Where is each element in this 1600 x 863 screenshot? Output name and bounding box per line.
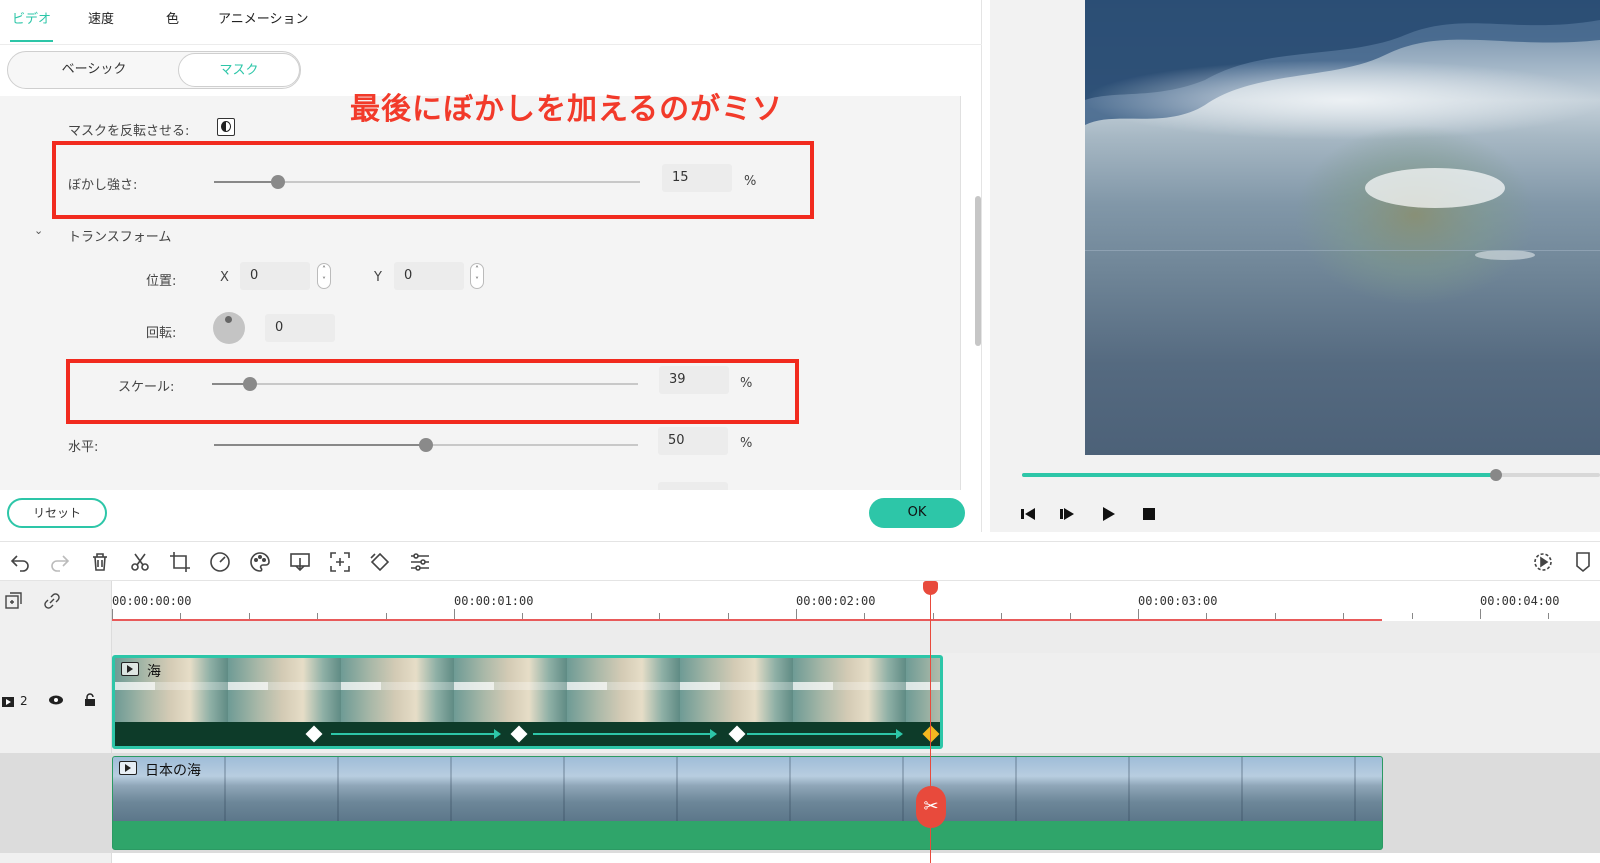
position-label: 位置:	[146, 274, 177, 289]
ok-button[interactable]: OK	[869, 498, 965, 528]
horizontal-unit: %	[740, 436, 753, 451]
horizontal-input[interactable]: 50	[658, 427, 728, 455]
vertical-scrollbar[interactable]	[975, 196, 981, 346]
tab-animation[interactable]: アニメーション	[218, 8, 308, 32]
track-2-number: 2	[20, 694, 28, 708]
transform-section-label: トランスフォーム	[68, 230, 172, 245]
crop-icon[interactable]	[168, 550, 192, 574]
keyframe-arrow	[747, 729, 903, 739]
clip-umi-thumbnails	[115, 658, 940, 722]
next-frame-icon[interactable]	[1057, 504, 1077, 524]
timeline-empty-row	[112, 621, 1600, 653]
playback-progress-knob[interactable]	[1489, 469, 1502, 481]
timecode-2: 00:00:02:00	[796, 594, 876, 608]
rotation-label: 回転:	[146, 326, 177, 341]
position-y-input[interactable]: 0	[394, 262, 464, 290]
clip-nihon-title: 日本の海	[145, 763, 201, 779]
tab-bar: ビデオ 速度 色 アニメーション	[0, 0, 982, 44]
keyframe-arrow	[533, 729, 717, 739]
delete-icon[interactable]	[88, 550, 112, 574]
segment-mask-button[interactable]: マスク	[178, 53, 300, 87]
adjust-sliders-icon[interactable]	[408, 550, 432, 574]
horizontal-slider[interactable]	[214, 438, 638, 452]
timeline-toolbar	[0, 541, 1600, 581]
clip-video-icon	[119, 761, 137, 775]
timeline-ruler[interactable]: 00:00:00:00 00:00:01:00 00:00:02:00 00:0…	[112, 581, 1600, 621]
export-frame-icon[interactable]	[288, 550, 312, 574]
clip-umi[interactable]: 海	[112, 655, 943, 749]
next-row-input-partial	[658, 482, 728, 490]
track-2-eye-icon[interactable]	[48, 693, 64, 710]
add-track-icon[interactable]	[4, 591, 24, 611]
tab-video[interactable]: ビデオ	[9, 8, 54, 42]
position-x-label: X	[220, 270, 229, 285]
playback-progress-fill	[1022, 473, 1496, 477]
speed-icon[interactable]	[208, 550, 232, 574]
timecode-3: 00:00:03:00	[1138, 594, 1218, 608]
invert-mask-toggle[interactable]	[217, 118, 235, 136]
invert-icon	[221, 121, 231, 132]
redo-icon[interactable]	[48, 550, 72, 574]
tab-divider	[0, 44, 982, 45]
zoom-fit-icon[interactable]	[328, 550, 352, 574]
ruler-tick	[1548, 613, 1550, 619]
clip-video-icon	[121, 662, 139, 676]
ruler-tick	[1480, 609, 1481, 619]
horizontal-label: 水平:	[68, 440, 99, 455]
play-icon[interactable]	[1098, 504, 1118, 524]
tab-speed[interactable]: 速度	[88, 8, 114, 32]
scissors-icon[interactable]: ✂	[916, 786, 946, 828]
annotation-text: 最後にぼかしを加えるのがミソ	[350, 92, 784, 127]
ruler-tick	[1411, 613, 1413, 619]
undo-icon[interactable]	[8, 550, 32, 574]
ruler-tick	[796, 609, 797, 619]
link-icon[interactable]	[42, 591, 62, 611]
render-preview-icon[interactable]	[1531, 550, 1555, 574]
stop-icon[interactable]	[1139, 504, 1159, 524]
clip-nihon-no-umi[interactable]: 日本の海	[112, 756, 1383, 850]
position-x-stepper[interactable]: ˄ ˅	[317, 263, 331, 289]
color-palette-icon[interactable]	[248, 550, 272, 574]
timecode-4: 00:00:04:00	[1480, 594, 1560, 608]
preview-sea-image	[1085, 0, 1600, 305]
scale-highlight-box	[66, 359, 799, 424]
blur-highlight-box	[52, 141, 814, 219]
ruler-tick	[1138, 609, 1139, 619]
rotation-input[interactable]: 0	[265, 314, 335, 342]
keyframe-icon[interactable]	[368, 550, 392, 574]
ruler-tick	[454, 609, 455, 619]
marker-icon[interactable]	[1571, 550, 1595, 574]
ruler-tick	[112, 609, 113, 619]
rotation-dial-marker	[225, 316, 232, 323]
clip-nihon-thumbnails	[113, 757, 1382, 821]
position-y-stepper[interactable]: ˄ ˅	[470, 263, 484, 289]
keyframe-arrow	[331, 729, 501, 739]
track-2-lock-icon[interactable]	[84, 693, 96, 710]
timecode-1: 00:00:01:00	[454, 594, 534, 608]
chevron-down-icon[interactable]: ⌄	[34, 224, 43, 237]
horizontal-slider-knob[interactable]	[419, 438, 433, 452]
segment-basic-button[interactable]: ベーシック	[9, 53, 179, 87]
position-x-input[interactable]: 0	[240, 262, 310, 290]
mode-segmented-control: ベーシック マスク	[7, 51, 301, 89]
position-y-label: Y	[374, 270, 382, 285]
track-2-video-icon	[2, 696, 16, 711]
tab-color[interactable]: 色	[166, 8, 179, 32]
reset-button[interactable]: リセット	[7, 498, 107, 528]
timecode-0: 00:00:00:00	[112, 594, 192, 608]
rotation-dial[interactable]	[213, 312, 245, 344]
playback-progress-bar[interactable]	[1022, 469, 1600, 481]
scroll-separator	[960, 96, 961, 490]
preview-video-frame	[1085, 0, 1600, 455]
invert-mask-label: マスクを反転させる:	[68, 124, 190, 139]
horizontal-slider-fill	[214, 444, 426, 446]
clip-umi-title: 海	[147, 664, 161, 680]
prev-frame-icon[interactable]	[1018, 504, 1038, 524]
cut-icon[interactable]	[128, 550, 152, 574]
edit-panel: ビデオ 速度 色 アニメーション ベーシック マスク マスクを反転させる: ぼか…	[0, 0, 982, 532]
